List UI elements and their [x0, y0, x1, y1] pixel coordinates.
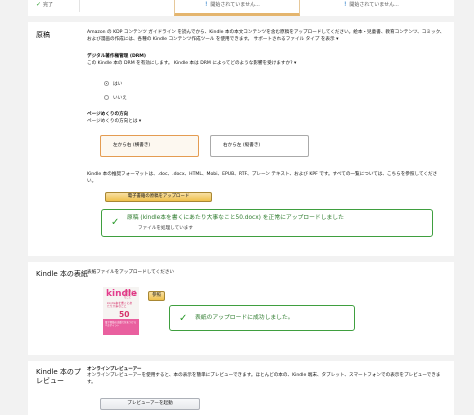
- manuscript-heading: 原稿: [36, 31, 50, 39]
- status-done: ✓ 完了: [28, 0, 80, 12]
- cover-panel: Kindle 本の表紙 表紙ファイルをアップロードしてください kindle 本…: [28, 262, 454, 355]
- cover-success-box: ✓ 表紙のアップロードに成功しました。: [169, 305, 355, 331]
- browse-cover-button[interactable]: 参照: [148, 291, 165, 301]
- check-icon: ✓: [111, 217, 120, 228]
- status-in-progress[interactable]: ! 開始されていません...: [174, 0, 300, 16]
- status-not-started[interactable]: ! 開始されていません...: [314, 0, 454, 12]
- manuscript-success-box: ✓ 原稿 (kindle本を書くにあたり大事なこと50.docx) を正常にアッ…: [101, 209, 433, 237]
- page-direction-title: ページめくりの方向: [87, 112, 129, 117]
- preview-panel: Kindle 本のプレビュー オンラインプレビューアー オンラインプレビューアー…: [28, 361, 454, 415]
- cover-success-text: 表紙のアップロードに成功しました。: [195, 315, 294, 321]
- preview-heading: Kindle 本のプレビュー: [36, 368, 81, 385]
- cover-heading: Kindle 本の表紙: [36, 270, 88, 278]
- drm-description: この Kindle 本の DRM を有効にします。 Kindle 本は DRM …: [87, 61, 297, 66]
- manuscript-success-title: 原稿 (kindle本を書くにあたり大事なこと50.docx) を正常にアップロ…: [127, 215, 344, 221]
- preview-description: オンラインプレビューアーを使用すると、本の表示を簡単にプレビューできます。ほとん…: [87, 373, 441, 385]
- drm-title: デジタル著作権管理 (DRM): [87, 54, 146, 59]
- check-icon: ✓: [179, 313, 188, 324]
- page-direction-help-link[interactable]: ページめくりの方向とは ▾: [87, 119, 141, 126]
- manuscript-panel: 原稿 Amazon の KDP コンテンツ ガイドライン を読んでから、Kind…: [28, 22, 454, 256]
- drm-no-label: いいえ: [113, 96, 127, 101]
- direction-option-left-to-right[interactable]: 左から右 (横書き): [100, 135, 199, 157]
- drm-yes-radio[interactable]: [104, 81, 109, 86]
- cover-thumbnail: kindle 本を書くにあたり大事なこと kindle本を書くにあたり大事なこと…: [103, 287, 139, 335]
- cover-description: 表紙ファイルをアップロードしてください: [87, 270, 175, 275]
- info-icon: !: [344, 1, 347, 8]
- upload-manuscript-button[interactable]: 電子書籍の原稿をアップロード: [105, 192, 212, 202]
- manuscript-success-sub: ファイルを処理しています: [138, 226, 193, 231]
- status-strip: ✓ 完了 ! 開始されていません... ! 開始されていません...: [28, 0, 454, 16]
- drm-yes-label: はい: [113, 82, 123, 87]
- drm-no-radio[interactable]: [104, 95, 109, 100]
- format-note: Kindle 本の推奨フォーマットは、.doc、.docx、HTML、Mobi、…: [87, 172, 438, 184]
- launch-previewer-button[interactable]: プレビューアーを起動: [100, 398, 200, 410]
- direction-option-right-to-left[interactable]: 右から左 (縦書き): [210, 135, 309, 157]
- info-icon: !: [205, 1, 208, 8]
- manuscript-description: Amazon の KDP コンテンツ ガイドライン を読んでから、Kindle …: [87, 30, 445, 42]
- check-icon: ✓: [36, 1, 42, 8]
